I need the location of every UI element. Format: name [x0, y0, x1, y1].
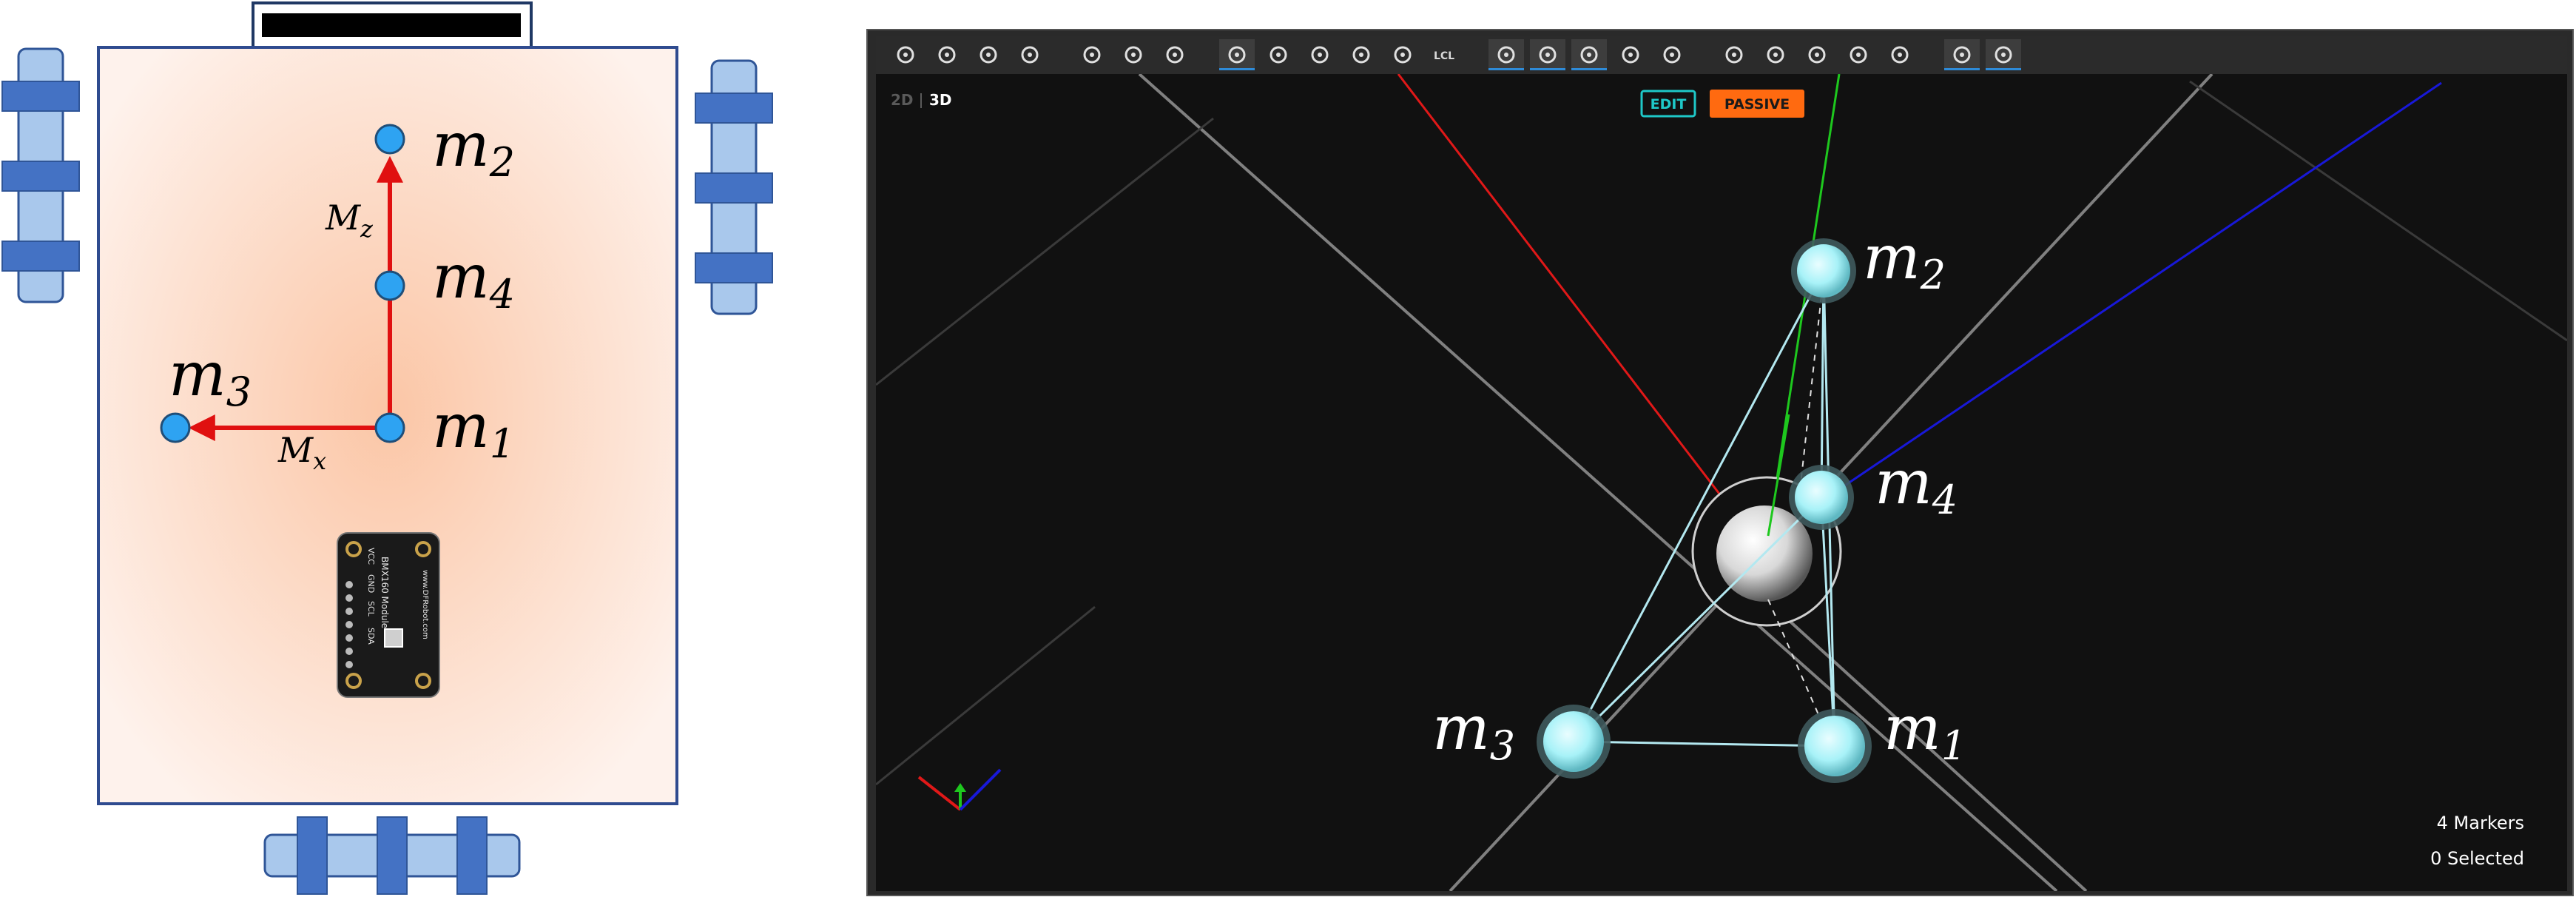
- viewport[interactable]: [876, 74, 2567, 891]
- marker-dot-m1: [374, 412, 405, 443]
- marker-view-icon[interactable]: [1758, 39, 1793, 70]
- nodes-icon[interactable]: [1012, 39, 1048, 70]
- camera-icon[interactable]: [971, 39, 1006, 70]
- marker-select-icon[interactable]: [1488, 39, 1524, 70]
- pin-label-sda: SDA: [366, 628, 376, 645]
- cube-icon[interactable]: [929, 39, 965, 70]
- camera-select-icon[interactable]: [1530, 39, 1565, 70]
- sensor-url: www.DFRobot.com: [421, 570, 429, 639]
- mocap-viewer: LCL m2 m4 m3 m1 2D 3D EDIT PASSIVE 4 Mar…: [866, 29, 2574, 896]
- view-2d-toggle[interactable]: 2D: [891, 91, 914, 109]
- pin-label-scl: SCL: [366, 601, 376, 617]
- top-bar: [252, 1, 533, 49]
- right-wheel: [695, 59, 773, 315]
- zoom-region-icon[interactable]: [1116, 39, 1151, 70]
- skeleton-select-icon[interactable]: [1613, 39, 1648, 70]
- marker-dot-m3: [160, 412, 191, 443]
- rigidbody-select-icon[interactable]: [1571, 39, 1607, 70]
- marker-sphere-m1[interactable]: [1798, 709, 1872, 783]
- custom-select-icon[interactable]: [1654, 39, 1690, 70]
- bone-view-icon[interactable]: [1944, 39, 1980, 70]
- visibility-eye-icon[interactable]: [1716, 39, 1752, 70]
- skeleton-edit-icon[interactable]: [1385, 39, 1420, 70]
- camera-view-icon[interactable]: [1799, 39, 1835, 70]
- zoom-in-icon[interactable]: [1074, 39, 1110, 70]
- marker-dot-m2: [374, 124, 405, 155]
- passive-label: PASSIVE: [1724, 96, 1790, 112]
- marker-sphere-m3[interactable]: [1537, 705, 1611, 779]
- view-3d-toggle[interactable]: 3D: [929, 91, 952, 109]
- robot-diagram: m2 m4 m1 m3 Mz Mx VCC GND SCL SDA BMX160…: [1, 1, 773, 895]
- marker-sphere-m4[interactable]: [1789, 465, 1854, 530]
- marker-dot-m4: [374, 270, 405, 301]
- imu-sensor-board: VCC GND SCL SDA BMX160 Module www.DFRobo…: [337, 532, 440, 698]
- grid-icon[interactable]: [888, 39, 923, 70]
- lcl-icon[interactable]: LCL: [1426, 39, 1462, 70]
- marker-sphere-m2[interactable]: [1791, 238, 1856, 303]
- bottom-wheel: [263, 816, 521, 895]
- body-view-icon[interactable]: [1986, 39, 2021, 70]
- markers-count: 4 Markers: [2437, 813, 2524, 833]
- edit-mode-button[interactable]: EDIT: [1640, 90, 1696, 118]
- zoom-fit-icon[interactable]: [1157, 39, 1193, 70]
- toolbar: LCL: [876, 36, 2567, 74]
- select-cursor-icon[interactable]: [1219, 39, 1255, 70]
- passive-badge[interactable]: PASSIVE: [1710, 90, 1804, 118]
- rotate-icon[interactable]: [1302, 39, 1338, 70]
- pin-label-vcc: VCC: [366, 548, 376, 565]
- scale-icon[interactable]: [1343, 39, 1379, 70]
- sensor-board-name: BMX160 Module: [380, 557, 390, 628]
- move-icon[interactable]: [1261, 39, 1296, 70]
- left-wheel: [1, 47, 80, 303]
- imu-chip: [384, 628, 403, 648]
- skeleton-view-icon[interactable]: [1882, 39, 1918, 70]
- lcl-label: LCL: [1434, 50, 1454, 62]
- selected-count: 0 Selected: [2430, 848, 2524, 869]
- pin-label-gnd: GND: [366, 574, 376, 593]
- rigidbody-view-icon[interactable]: [1841, 39, 1876, 70]
- edit-mode-label: EDIT: [1651, 96, 1687, 112]
